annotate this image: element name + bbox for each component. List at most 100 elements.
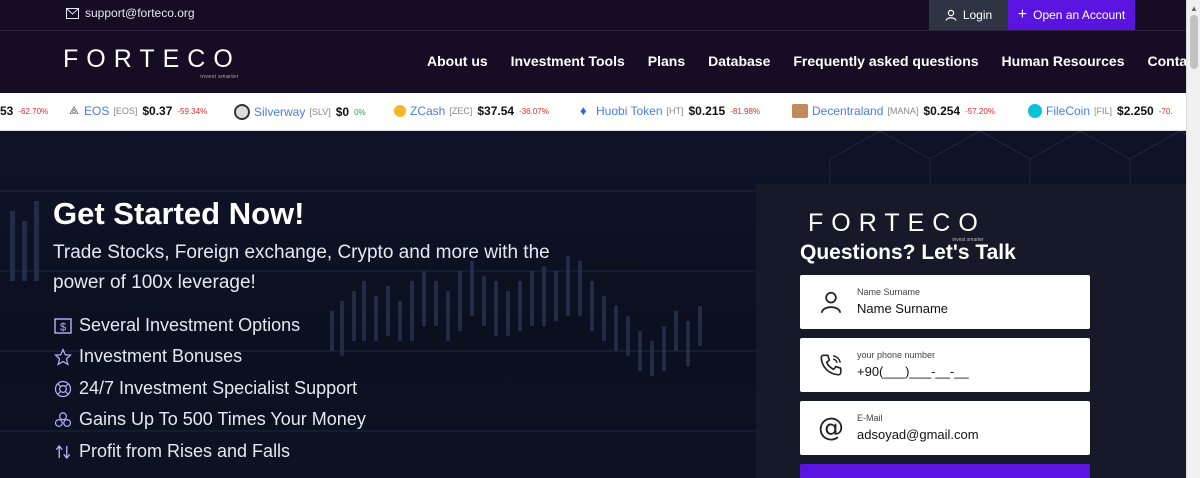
hero-title: Get Started Now! (53, 196, 305, 231)
crypto-ticker: 53 -62.70% ⟁ EOS [EOS] $0.37 -59.34% Sil… (0, 93, 1186, 131)
hero-section: Get Started Now! Trade Stocks, Foreign e… (0, 131, 1186, 478)
form-logo: FORTECO invest smarter (808, 209, 986, 243)
ticker-price: $0.215 (688, 104, 726, 118)
scrollbar-thumb[interactable] (1190, 15, 1198, 69)
nav-item-database[interactable]: Database (708, 53, 770, 69)
form-title: Questions? Let's Talk (800, 241, 1016, 264)
ticker-price: $0.254 (923, 104, 961, 118)
open-account-button[interactable]: + Open an Account (1008, 0, 1135, 30)
ticker-price: 53 (0, 104, 14, 118)
feature-item: Gains Up To 500 Times Your Money (53, 409, 366, 430)
main-navbar: FORTECO invest smarter About us Investme… (0, 30, 1200, 93)
contact-form-panel: FORTECO invest smarter Questions? Let's … (756, 184, 1186, 478)
feature-label: Investment Bonuses (79, 346, 243, 366)
site-logo[interactable]: FORTECO invest smarter (63, 45, 241, 80)
coins-icon (53, 410, 73, 430)
hero-subtitle: Trade Stocks, Foreign exchange, Crypto a… (53, 242, 550, 293)
ticker-item[interactable]: ZCash [ZEC] $37.54 -36.07% (394, 104, 549, 118)
ticker-price: $0.37 (142, 104, 173, 118)
ticker-item[interactable]: 53 -62.70% (0, 104, 48, 118)
top-bar: support@forteco.org Login + Open an Acco… (0, 0, 1186, 30)
dollar-icon: $ (53, 316, 73, 336)
feature-item: $ Several Investment Options (53, 315, 300, 336)
ticker-symbol: [ZEC] (449, 106, 473, 116)
phone-input[interactable] (857, 364, 1077, 379)
feature-label: Profit from Rises and Falls (79, 441, 291, 461)
support-email: support@forteco.org (85, 6, 195, 20)
ticker-name: ZCash (410, 104, 446, 118)
phone-field[interactable]: your phone number (800, 338, 1090, 392)
ticker-item[interactable]: Decentraland [MANA] $0.254 -57.20% (792, 104, 995, 118)
at-sign-icon: @ (818, 413, 844, 443)
star-icon (53, 347, 73, 367)
decentraland-icon (792, 104, 808, 118)
ticker-symbol: [EOS] (113, 106, 138, 116)
feature-label: Several Investment Options (79, 315, 301, 335)
name-field-label: Name Surname (857, 287, 921, 297)
page-scrollbar[interactable]: ▲ (1186, 0, 1200, 478)
login-button[interactable]: Login (929, 0, 1008, 30)
huobi-icon: ♦ (580, 103, 587, 118)
email-field[interactable]: @ E-Mail (800, 401, 1090, 455)
nav-item-about-us[interactable]: About us (427, 53, 488, 69)
nav-menu: About us Investment Tools Plans Database… (427, 53, 1200, 69)
feature-label: Gains Up To 500 Times Your Money (79, 409, 366, 429)
open-account-label: Open an Account (1033, 8, 1126, 22)
ticker-item[interactable]: FileCoin [FIL] $2.250 -70. (1028, 104, 1173, 118)
ticker-symbol: [FIL] (1094, 106, 1113, 116)
ticker-price: $0 (335, 105, 350, 119)
ticker-change: -36.07% (519, 106, 549, 116)
ticker-item[interactable]: ♦ Huobi Token [HT] $0.215 -81.98% (580, 104, 760, 118)
submit-button[interactable] (800, 464, 1090, 478)
feature-label: 24/7 Investment Specialist Support (79, 378, 358, 398)
phone-icon (818, 352, 844, 378)
ticker-name: FileCoin (1046, 104, 1091, 118)
nav-item-plans[interactable]: Plans (648, 53, 685, 69)
nav-item-faq[interactable]: Frequently asked questions (793, 53, 978, 69)
ticker-name: Silverway (254, 105, 306, 119)
ticker-price: $37.54 (477, 104, 515, 118)
ticker-change: -81.98% (730, 106, 760, 116)
login-label: Login (962, 8, 993, 22)
filecoin-icon (1028, 104, 1042, 118)
sort-icon (53, 442, 73, 462)
ticker-change: -70. (1158, 106, 1173, 116)
ticker-name: Huobi Token (596, 104, 663, 118)
logo-tagline: invest smarter (200, 74, 239, 80)
form-logo-wordmark: FORTECO (808, 209, 986, 237)
eos-icon: ⟁ (69, 105, 79, 117)
ticker-symbol: [HT] (666, 106, 684, 116)
feature-item: 24/7 Investment Specialist Support (53, 378, 357, 399)
zcash-icon (394, 105, 406, 117)
email-input[interactable] (857, 427, 1077, 442)
ticker-name: EOS (84, 104, 110, 118)
feature-item: Profit from Rises and Falls (53, 441, 290, 462)
user-icon (818, 289, 844, 315)
ticker-price: $2.250 (1117, 104, 1154, 118)
email-field-label: E-Mail (857, 413, 883, 423)
nav-item-investment-tools[interactable]: Investment Tools (511, 53, 625, 69)
ticker-item[interactable]: ⟁ EOS [EOS] $0.37 -59.34% (68, 104, 207, 118)
support-email-link[interactable]: support@forteco.org (66, 6, 195, 20)
name-field[interactable]: Name Surname (800, 275, 1090, 329)
name-input[interactable] (857, 301, 1077, 316)
silverway-icon (234, 104, 250, 120)
support-icon (53, 379, 73, 399)
scroll-up-arrow-icon[interactable]: ▲ (1190, 4, 1198, 13)
ticker-symbol: [MANA] (887, 106, 919, 116)
ticker-change: -62.70% (18, 106, 49, 116)
svg-text:$: $ (60, 321, 66, 333)
user-icon (945, 9, 957, 21)
logo-wordmark: FORTECO (63, 45, 241, 73)
feature-item: Investment Bonuses (53, 346, 242, 367)
ticker-change: -57.20% (965, 106, 995, 116)
ticker-change: -59.34% (177, 106, 208, 116)
nav-item-human-resources[interactable]: Human Resources (1002, 53, 1125, 69)
mail-icon (66, 7, 79, 19)
ticker-item[interactable]: Silverway [SLV] $0 0% (234, 104, 366, 120)
ticker-symbol: [SLV] (309, 107, 331, 117)
ticker-name: Decentraland (812, 104, 884, 118)
plus-icon: + (1017, 6, 1028, 23)
phone-field-label: your phone number (857, 350, 936, 360)
ticker-change: 0% (354, 107, 366, 117)
